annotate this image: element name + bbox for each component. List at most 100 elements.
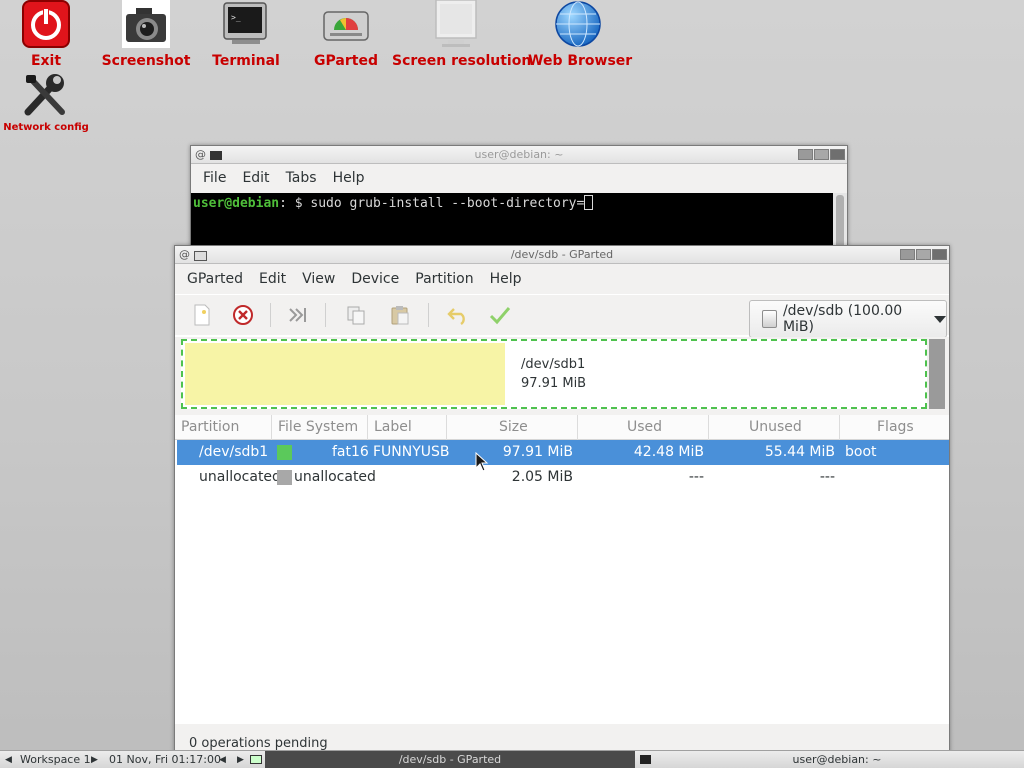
row-partition: /dev/sdb1 — [199, 444, 269, 460]
chevron-down-icon — [934, 315, 946, 323]
terminal-menubar: File Edit Tabs Help — [191, 164, 847, 192]
disk-graph-scrollbar[interactable] — [929, 339, 945, 409]
menu-edit[interactable]: Edit — [251, 271, 294, 287]
menu-device[interactable]: Device — [343, 271, 407, 287]
screenshot-desktop-icon[interactable]: Screenshot — [96, 0, 196, 70]
network-config-desktop-icon[interactable]: Network config — [0, 70, 92, 136]
delete-icon — [233, 305, 253, 325]
gparted-window[interactable]: @ /dev/sdb - GParted GParted Edit View D… — [174, 245, 950, 755]
camera-icon — [122, 0, 170, 48]
gparted-toolbar: /dev/sdb (100.00 MiB) — [175, 295, 949, 338]
gparted-desktop-icon[interactable]: GParted — [300, 0, 392, 70]
row-unused: --- — [819, 469, 835, 485]
row-partition: unallocated — [199, 469, 281, 485]
new-document-icon — [194, 304, 210, 326]
task-prev-icon[interactable]: ◀ — [219, 751, 226, 768]
minimize-button[interactable] — [798, 149, 813, 160]
globe-icon — [554, 0, 602, 48]
exit-desktop-icon[interactable]: Exit — [6, 0, 86, 70]
monitor-icon — [432, 0, 480, 48]
resize-arrow-icon — [289, 308, 306, 322]
maximize-button[interactable] — [814, 149, 829, 160]
workspace-prev-icon[interactable]: ◀ — [5, 751, 12, 768]
new-partition-button[interactable] — [189, 302, 215, 328]
menu-gparted[interactable]: GParted — [179, 271, 251, 287]
col-partition[interactable]: Partition — [175, 415, 272, 440]
gparted-titlebar[interactable]: @ /dev/sdb - GParted — [175, 246, 949, 264]
disk-graph-partition[interactable]: /dev/sdb1 97.91 MiB — [181, 339, 927, 409]
row-filesystem: fat16 — [332, 444, 369, 460]
filesystem-color-swatch — [277, 470, 292, 485]
disk-graph-used-area — [185, 343, 505, 405]
copy-icon — [347, 306, 365, 325]
gparted-label: GParted — [314, 53, 378, 69]
col-flags[interactable]: Flags — [840, 415, 949, 440]
device-selector[interactable]: /dev/sdb (100.00 MiB) — [749, 300, 947, 338]
disk-graph-area: /dev/sdb1 97.91 MiB — [175, 337, 949, 415]
partition-table-header: Partition File System Label Size Used Un… — [175, 415, 949, 440]
terminal-window-icon — [210, 151, 222, 160]
debian-swirl-icon[interactable]: @ — [179, 248, 190, 261]
col-label[interactable]: Label — [368, 415, 447, 440]
col-filesystem[interactable]: File System — [272, 415, 368, 440]
undo-icon — [447, 308, 465, 325]
row-size: 97.91 MiB — [502, 444, 573, 460]
close-button[interactable] — [932, 249, 947, 260]
terminal-label: Terminal — [212, 53, 280, 69]
menu-help[interactable]: Help — [325, 170, 373, 186]
exit-label: Exit — [30, 53, 62, 69]
workspace-next-icon[interactable]: ▶ — [91, 751, 98, 768]
table-row[interactable]: /dev/sdb1 fat16 FUNNYUSB 97.91 MiB 42.48… — [177, 440, 949, 465]
row-flags: boot — [845, 444, 877, 460]
web-browser-desktop-icon[interactable]: Web Browser — [528, 0, 633, 70]
task-next-icon[interactable]: ▶ — [237, 751, 244, 768]
screen-resolution-desktop-icon[interactable]: Screen resolution — [392, 0, 531, 70]
row-label: FUNNYUSB — [373, 444, 450, 460]
undo-button[interactable] — [445, 302, 471, 328]
screenshot-label: Screenshot — [101, 53, 191, 69]
disk-icon — [762, 310, 777, 328]
terminal-task-icon — [640, 751, 652, 768]
web-browser-label: Web Browser — [528, 53, 633, 69]
taskbar: ◀ Workspace 1 ▶ 01 Nov, Fri 01:17:00 ◀ ▶… — [0, 750, 1024, 768]
terminal-title: user@debian: ~ — [474, 148, 564, 161]
apply-button[interactable] — [487, 302, 513, 328]
terminal-desktop-icon[interactable]: >_ Terminal — [200, 0, 292, 70]
close-button[interactable] — [830, 149, 845, 160]
menu-tabs[interactable]: Tabs — [278, 170, 325, 186]
resize-move-button[interactable] — [285, 302, 311, 328]
minimize-button[interactable] — [900, 249, 915, 260]
maximize-button[interactable] — [916, 249, 931, 260]
workspace-switcher[interactable]: Workspace 1 — [20, 751, 91, 768]
col-used[interactable]: Used — [578, 415, 709, 440]
copy-button[interactable] — [343, 302, 369, 328]
disk-graph-size: 97.91 MiB — [521, 376, 587, 391]
terminal-window[interactable]: @ user@debian: ~ File Edit Tabs Help use… — [190, 145, 848, 255]
task-gparted[interactable]: /dev/sdb - GParted — [265, 751, 635, 768]
power-icon — [22, 0, 70, 48]
table-row[interactable]: unallocated unallocated 2.05 MiB --- --- — [177, 465, 949, 490]
col-unused[interactable]: Unused — [709, 415, 840, 440]
debian-swirl-icon[interactable]: @ — [195, 148, 206, 161]
paste-button[interactable] — [387, 302, 413, 328]
menu-file[interactable]: File — [195, 170, 234, 186]
menu-view[interactable]: View — [294, 271, 343, 287]
svg-text:>_: >_ — [231, 13, 241, 22]
menu-help[interactable]: Help — [482, 271, 530, 287]
delete-partition-button[interactable] — [230, 302, 256, 328]
device-selector-value: /dev/sdb (100.00 MiB) — [782, 303, 903, 335]
row-filesystem: unallocated — [294, 469, 376, 485]
gparted-task-icon — [250, 751, 264, 768]
text-cursor — [584, 195, 594, 210]
paste-icon — [391, 306, 409, 325]
menu-partition[interactable]: Partition — [407, 271, 481, 287]
checkmark-icon — [489, 307, 511, 325]
filesystem-color-swatch — [277, 445, 292, 460]
terminal-titlebar[interactable]: @ user@debian: ~ — [191, 146, 847, 164]
gparted-window-icon — [194, 251, 207, 261]
row-size: 2.05 MiB — [511, 469, 573, 485]
gparted-disk-icon — [322, 8, 370, 56]
task-terminal[interactable]: user@debian: ~ — [652, 751, 1022, 768]
col-size[interactable]: Size — [447, 415, 578, 440]
menu-edit[interactable]: Edit — [234, 170, 277, 186]
